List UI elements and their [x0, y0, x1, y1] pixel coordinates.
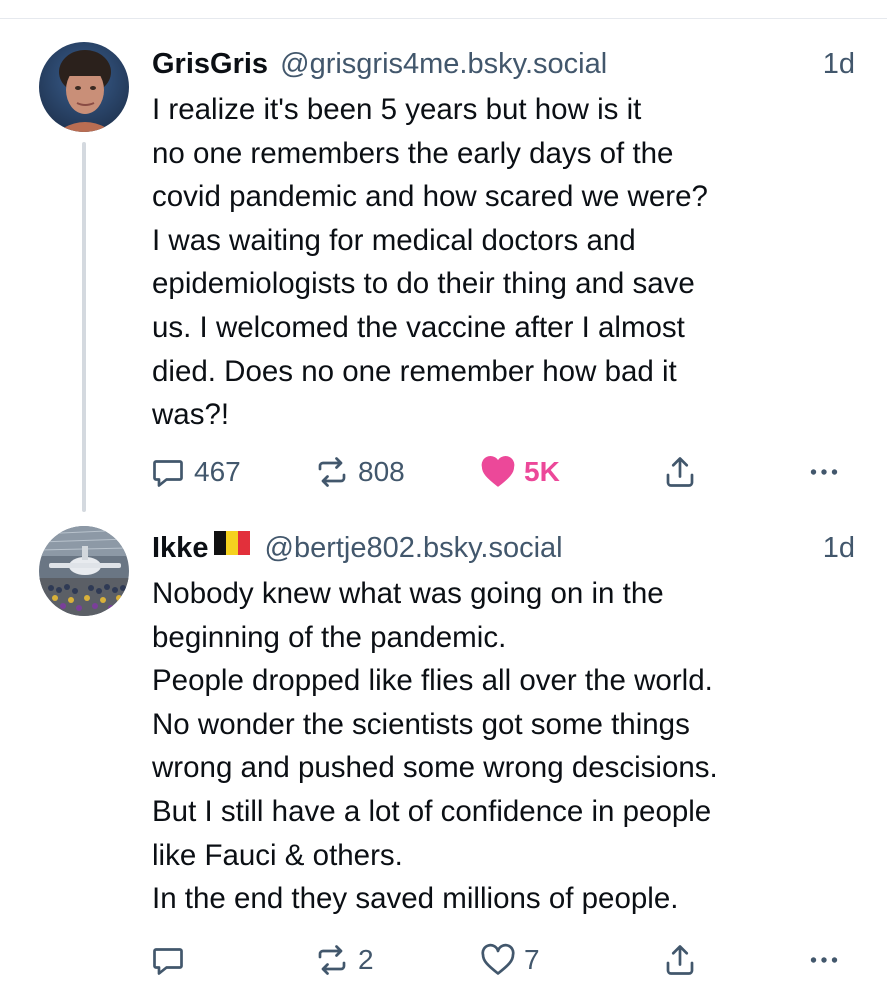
post-text-line: I realize it's been 5 years but how is i…: [152, 93, 642, 126]
repost-icon: [318, 945, 346, 975]
post-text-line: No wonder the scientists got some things: [152, 707, 690, 741]
post-actions: 467 808 5K: [150, 452, 850, 492]
like-count: 7: [524, 944, 540, 975]
post-text-line: wrong and pushed some wrong descisions.: [152, 751, 718, 785]
belgium-flag-icon: [214, 531, 251, 555]
more-options-button[interactable]: [806, 940, 842, 980]
post-text-line: beginning of the pandemic.: [152, 620, 507, 654]
post-text-line: Nobody knew what was going on in the: [152, 577, 664, 610]
heart-icon: [481, 943, 515, 975]
handle[interactable]: @bertje802.bsky.social: [265, 532, 563, 564]
post-text-line: covid pandemic and how scared we were?: [152, 180, 708, 214]
avatar[interactable]: [39, 526, 129, 616]
reply-button[interactable]: 467: [150, 452, 241, 492]
avatar-photo-woman-icon: [39, 42, 129, 132]
timestamp[interactable]: 1d: [823, 528, 855, 568]
post-header: GrisGris @grisgris4me.bsky.social: [152, 44, 852, 84]
display-name[interactable]: GrisGris: [152, 48, 268, 80]
repost-icon: [318, 457, 346, 487]
post-text-line: like Fauci & others.: [152, 838, 403, 872]
post-text-line: was?!: [152, 398, 230, 432]
post-text-line: epidemiologists to do their thing and sa…: [152, 267, 695, 301]
share-button[interactable]: [662, 452, 698, 492]
post-text: Nobody knew what was going on in the beg…: [152, 572, 842, 921]
repost-button[interactable]: 2: [314, 940, 374, 980]
share-icon: [666, 945, 694, 975]
post-grisgris[interactable]: GrisGris @grisgris4me.bsky.social 1d I r…: [0, 38, 887, 512]
display-name[interactable]: Ikke: [152, 532, 208, 564]
handle[interactable]: @grisgris4me.bsky.social: [280, 48, 607, 80]
like-button[interactable]: 5K: [480, 452, 560, 492]
post-text-line: But I still have a lot of confidence in …: [152, 794, 712, 828]
like-count: 5K: [524, 456, 560, 487]
post-text-line: no one remembers the early days of the: [152, 136, 674, 170]
more-options-button[interactable]: [806, 452, 842, 492]
post-text-line: People dropped like flies all over the w…: [152, 664, 713, 698]
post-text-line: In the end they saved millions of people…: [152, 882, 679, 916]
reply-count: 467: [194, 456, 241, 487]
post-ikke[interactable]: Ikke @bertje802.bsky.social 1d Nobody kn…: [0, 522, 887, 1000]
post-text-line: died. Does no one remember how bad it: [152, 354, 677, 388]
repost-count: 808: [358, 456, 405, 487]
more-options-icon: [810, 957, 838, 963]
avatar[interactable]: [39, 42, 129, 132]
post-actions: 2 7: [150, 940, 850, 980]
post-text-line: I was waiting for medical doctors and: [152, 223, 636, 257]
post-text-line: us. I welcomed the vaccine after I almos…: [152, 310, 685, 344]
share-button[interactable]: [662, 940, 698, 980]
reply-icon: [153, 460, 183, 487]
thread-line: [82, 142, 86, 512]
avatar-photo-airplane-crowd-icon: [39, 526, 129, 616]
reply-icon: [153, 948, 183, 975]
like-button[interactable]: 7: [480, 940, 540, 980]
repost-button[interactable]: 808: [314, 452, 405, 492]
top-divider: [0, 18, 887, 19]
more-options-icon: [810, 469, 838, 475]
post-header: Ikke @bertje802.bsky.social: [152, 528, 852, 568]
share-icon: [666, 457, 694, 487]
timestamp[interactable]: 1d: [823, 44, 855, 84]
heart-icon: [481, 456, 515, 487]
post-text: I realize it's been 5 years but how is i…: [152, 88, 842, 437]
reply-button[interactable]: [150, 940, 194, 980]
repost-count: 2: [358, 944, 374, 975]
